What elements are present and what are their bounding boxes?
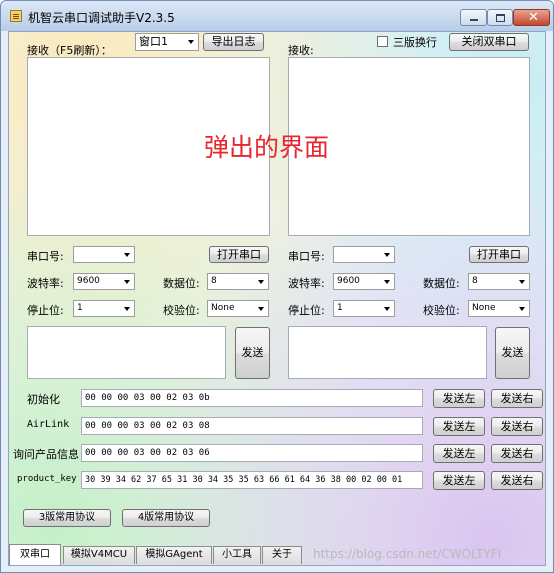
right-databits-select[interactable]: 8 — [468, 273, 530, 290]
left-baud-value: 9600 — [77, 276, 100, 286]
right-send-area[interactable] — [288, 326, 487, 379]
chevron-down-icon — [124, 280, 130, 284]
send-left-button[interactable]: 发送左 — [433, 389, 485, 408]
title-bar: 机智云串口调试助手V2.3.5 ✕ — [1, 1, 553, 31]
v4-protocol-button[interactable]: 4版常用协议 — [122, 509, 210, 527]
left-databits-label: 数据位: — [163, 277, 200, 290]
chevron-down-icon — [384, 253, 390, 257]
right-parity-value: None — [472, 303, 496, 313]
right-port-select[interactable] — [333, 246, 395, 263]
chevron-down-icon — [124, 253, 130, 257]
chevron-down-icon — [188, 40, 194, 44]
maximize-icon — [496, 14, 505, 22]
send-left-button[interactable]: 发送左 — [433, 444, 485, 463]
command-label: 询问产品信息 — [13, 448, 79, 461]
tab-tools[interactable]: 小工具 — [213, 546, 261, 564]
maximize-button[interactable] — [487, 9, 513, 26]
minimize-icon — [470, 19, 478, 21]
wrap-checkbox-label: 三版换行 — [393, 36, 437, 49]
right-baud-label: 波特率: — [288, 277, 325, 290]
left-open-port-button[interactable]: 打开串口 — [209, 246, 269, 263]
tab-about[interactable]: 关于 — [262, 546, 302, 564]
chevron-down-icon — [519, 280, 525, 284]
left-port-select[interactable] — [73, 246, 135, 263]
command-value-field[interactable]: 00 00 00 03 00 02 03 0b — [81, 389, 423, 407]
command-value-field[interactable]: 00 00 00 03 00 02 03 08 — [81, 417, 423, 435]
left-send-area[interactable] — [27, 326, 226, 379]
left-parity-select[interactable]: None — [207, 300, 269, 317]
left-receive-label: 接收（F5刷新）： — [27, 44, 112, 57]
left-baud-label: 波特率: — [27, 277, 64, 290]
wrap-checkbox[interactable] — [377, 36, 388, 47]
right-stopbits-label: 停止位: — [288, 304, 325, 317]
left-databits-value: 8 — [211, 276, 217, 286]
right-stopbits-select[interactable]: 1 — [333, 300, 395, 317]
left-parity-label: 校验位: — [163, 304, 200, 317]
chevron-down-icon — [258, 307, 264, 311]
window-select-value: 窗口1 — [139, 35, 168, 48]
send-right-button[interactable]: 发送右 — [491, 389, 543, 408]
window-title: 机智云串口调试助手V2.3.5 — [28, 11, 175, 25]
right-databits-value: 8 — [472, 276, 478, 286]
send-right-button[interactable]: 发送右 — [491, 417, 543, 436]
right-stopbits-value: 1 — [337, 303, 343, 313]
right-port-label: 串口号: — [288, 250, 325, 263]
left-stopbits-select[interactable]: 1 — [73, 300, 135, 317]
close-button[interactable]: ✕ — [513, 9, 550, 26]
left-send-button[interactable]: 发送 — [235, 327, 270, 379]
window-select[interactable]: 窗口1 — [135, 33, 199, 51]
right-parity-select[interactable]: None — [468, 300, 530, 317]
send-right-button[interactable]: 发送右 — [491, 471, 543, 490]
popup-annotation: 弹出的界面 — [204, 133, 330, 162]
send-left-button[interactable]: 发送左 — [433, 471, 485, 490]
right-parity-label: 校验位: — [423, 304, 460, 317]
left-stopbits-value: 1 — [77, 303, 83, 313]
right-receive-label: 接收: — [288, 44, 314, 57]
command-value-field[interactable]: 00 00 00 03 00 02 03 06 — [81, 444, 423, 462]
minimize-button[interactable] — [460, 9, 487, 26]
right-baud-select[interactable]: 9600 — [333, 273, 395, 290]
send-right-button[interactable]: 发送右 — [491, 444, 543, 463]
left-baud-select[interactable]: 9600 — [73, 273, 135, 290]
chevron-down-icon — [124, 307, 130, 311]
chevron-down-icon — [519, 307, 525, 311]
right-databits-label: 数据位: — [423, 277, 460, 290]
tab-dual-port[interactable]: 双串口 — [9, 544, 61, 565]
command-label: product_key — [17, 474, 77, 484]
tab-simulate-gagent[interactable]: 模拟GAgent — [136, 546, 212, 564]
right-send-button[interactable]: 发送 — [495, 327, 530, 379]
left-stopbits-label: 停止位: — [27, 304, 64, 317]
close-dual-port-button[interactable]: 关闭双串口 — [449, 33, 529, 51]
app-icon — [10, 10, 22, 22]
left-port-label: 串口号: — [27, 250, 64, 263]
send-left-button[interactable]: 发送左 — [433, 417, 485, 436]
command-label: AirLink — [27, 419, 70, 430]
watermark: https://blog.csdn.net/CWOLTYFI — [313, 547, 502, 561]
chevron-down-icon — [384, 307, 390, 311]
left-databits-select[interactable]: 8 — [207, 273, 269, 290]
app-window: 机智云串口调试助手V2.3.5 ✕ 接收（F5刷新）： 窗口1 导出日志 接收:… — [0, 0, 554, 573]
right-baud-value: 9600 — [337, 276, 360, 286]
left-parity-value: None — [211, 303, 235, 313]
v3-protocol-button[interactable]: 3版常用协议 — [23, 509, 111, 527]
export-log-button[interactable]: 导出日志 — [203, 33, 264, 51]
command-label: 初始化 — [27, 393, 60, 406]
command-value-field[interactable]: 30 39 34 62 37 65 31 30 34 35 35 63 66 6… — [81, 471, 423, 489]
close-icon: ✕ — [528, 10, 539, 25]
right-open-port-button[interactable]: 打开串口 — [469, 246, 529, 263]
tab-simulate-v4mcu[interactable]: 模拟V4MCU — [63, 546, 135, 564]
chevron-down-icon — [258, 280, 264, 284]
chevron-down-icon — [384, 280, 390, 284]
